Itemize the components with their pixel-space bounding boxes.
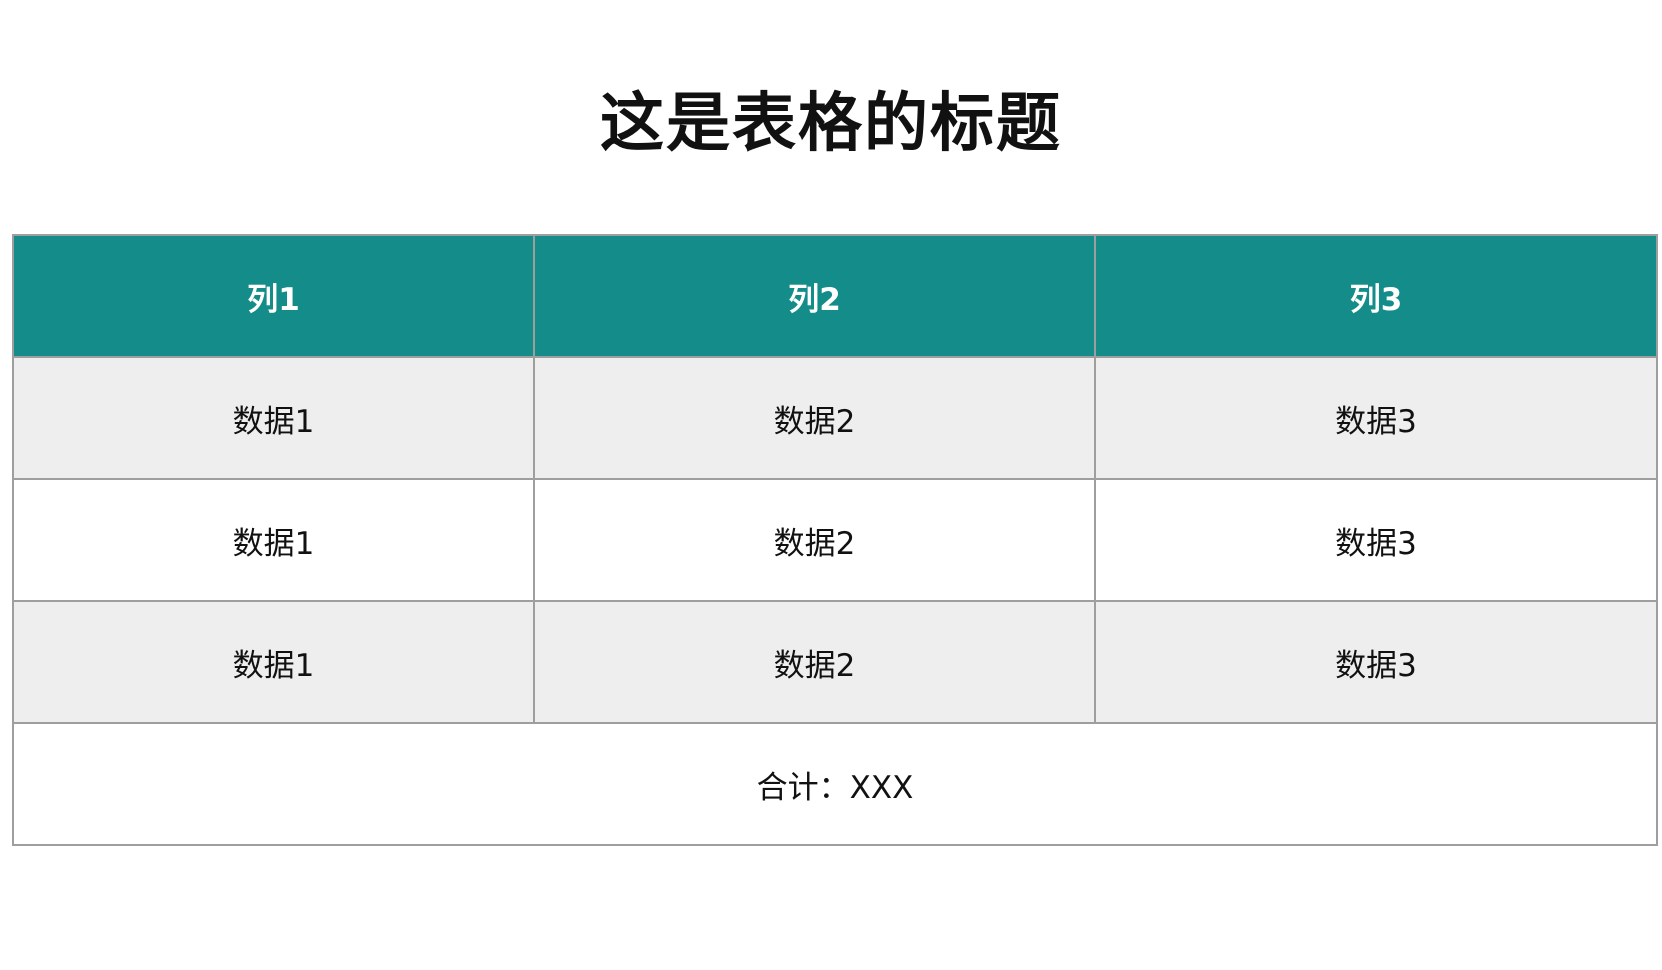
table-cell: 数据1 xyxy=(12,356,535,480)
table-cell: 数据2 xyxy=(533,356,1096,480)
table-cell: 数据2 xyxy=(533,600,1096,724)
table-row: 数据1 数据2 数据3 xyxy=(12,600,1658,724)
table-header-row: 列1 列2 列3 xyxy=(12,234,1658,358)
column-header-3: 列3 xyxy=(1094,234,1658,358)
column-header-2: 列2 xyxy=(533,234,1096,358)
table-cell: 数据1 xyxy=(12,600,535,724)
total-row: 合计：XXX xyxy=(12,722,1658,846)
table-row: 数据1 数据2 数据3 xyxy=(12,478,1658,602)
table-cell: 数据1 xyxy=(12,478,535,602)
page-title: 这是表格的标题 xyxy=(600,87,1062,161)
table-cell: 数据3 xyxy=(1094,356,1658,480)
table-row: 数据1 数据2 数据3 xyxy=(12,356,1658,480)
data-table: 列1 列2 列3 数据1 数据2 数据3 数据1 数据2 数据3 数据1 数据2… xyxy=(12,234,1658,846)
table-cell: 数据3 xyxy=(1094,478,1658,602)
total-cell: 合计：XXX xyxy=(12,722,1658,846)
table-cell: 数据2 xyxy=(533,478,1096,602)
table-cell: 数据3 xyxy=(1094,600,1658,724)
column-header-1: 列1 xyxy=(12,234,535,358)
